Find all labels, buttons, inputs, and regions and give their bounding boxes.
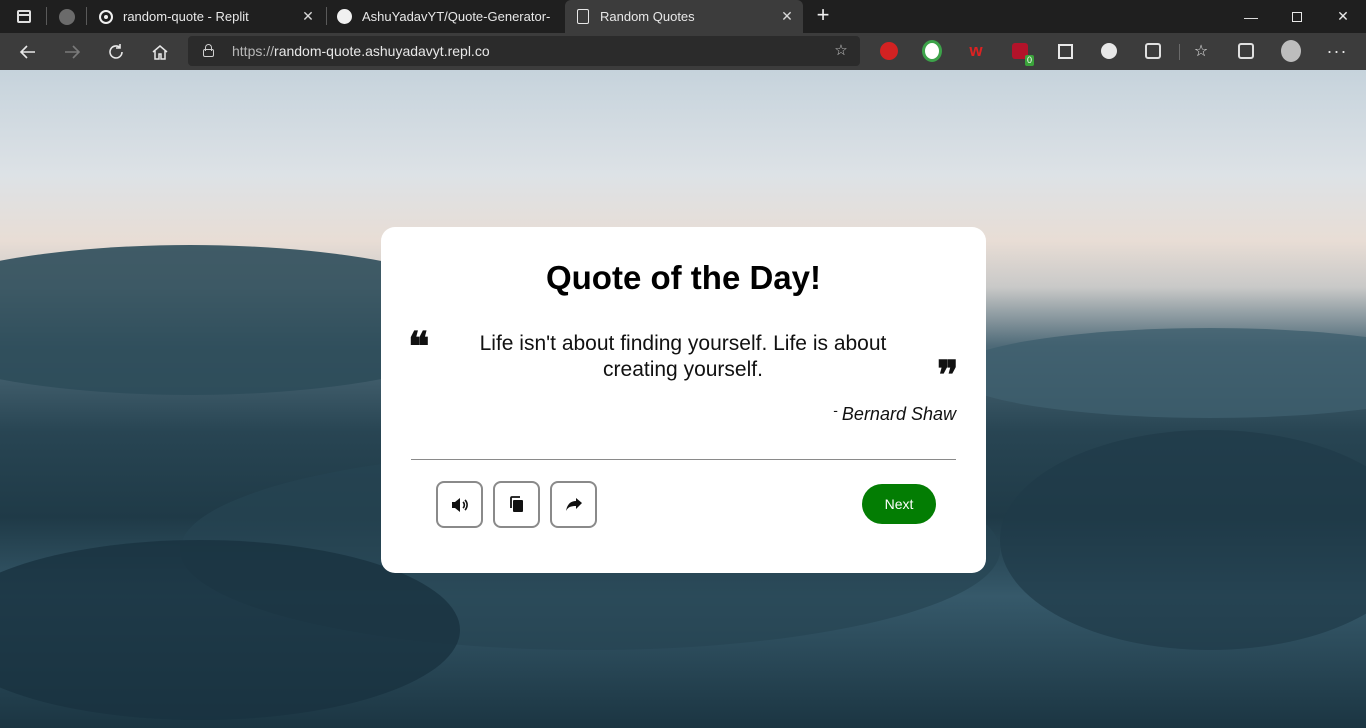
back-button[interactable] [14,38,42,66]
divider [411,459,956,460]
quote-author: - Bernard Shaw [833,402,956,425]
add-favorite-star-icon[interactable]: ☆ [832,42,850,60]
ocean-wave [950,328,1366,418]
document-icon [575,9,590,24]
tab-actions-menu[interactable] [0,0,31,33]
collections-icon[interactable] [1236,41,1256,61]
copy-button[interactable] [493,481,540,528]
quote-card: Quote of the Day! ❝ Life isn't about fin… [381,227,986,573]
favorites-star-icon[interactable]: ☆ [1191,41,1211,61]
restore-icon [1292,11,1302,22]
share-button[interactable] [550,481,597,528]
quote-text: Life isn't about finding yourself. Life … [479,332,887,381]
browser-tab-strip: random-quote - Replit ✕ AshuYadavYT/Quot… [0,0,1366,33]
tab-title: AshuYadavYT/Quote-Generator- [362,9,551,24]
window-controls: — ✕ [1228,0,1366,33]
copy-icon [510,496,523,512]
extension-badge: 0 [1024,55,1034,66]
tab-close-icon[interactable]: ✕ [298,8,318,25]
extension-globe-icon[interactable] [922,40,942,62]
extension-w-icon[interactable]: w [966,41,986,61]
pinned-tab[interactable] [56,6,78,28]
home-icon [152,45,168,60]
speak-button[interactable] [436,481,483,528]
minimize-button[interactable]: — [1228,0,1274,33]
toolbar-separator [1179,44,1180,60]
restore-button[interactable] [1274,0,1320,33]
close-quote-icon: ❞ [937,352,959,399]
open-quote-icon: ❝ [408,323,430,370]
extension-circle-icon[interactable] [1099,41,1119,61]
lock-icon[interactable] [203,44,214,57]
tab-title: random-quote - Replit [123,9,249,24]
refresh-icon [109,44,123,59]
tab-title: Random Quotes [600,9,695,24]
forward-button[interactable] [58,38,86,66]
tab-random-quotes[interactable]: Random Quotes ✕ [565,0,803,33]
tab-actions-icon[interactable] [17,10,31,23]
page-background: Quote of the Day! ❝ Life isn't about fin… [0,70,1366,728]
share-icon [565,498,582,511]
pinned-tab-favicon-icon [59,9,75,25]
forward-arrow-icon [65,45,81,59]
tab-close-icon[interactable]: ✕ [777,8,797,25]
github-icon [337,9,352,24]
back-arrow-icon [19,45,35,59]
extension-red-icon[interactable]: 0 [1010,41,1034,66]
extensions-puzzle-icon[interactable] [1143,41,1163,61]
speaker-icon [451,497,468,512]
profile-avatar-icon[interactable] [1281,40,1301,62]
address-bar[interactable]: https://random-quote.ashuyadavyt.repl.co… [188,36,860,66]
tab-separator [46,7,47,25]
next-button[interactable]: Next [862,484,936,524]
extension-stop-icon[interactable] [879,41,899,61]
ocean-wave [1000,430,1366,650]
author-name: Bernard Shaw [841,404,956,424]
more-menu-icon[interactable]: ··· [1327,41,1347,61]
replit-icon [98,9,113,24]
new-tab-button[interactable]: + [812,4,834,26]
extension-qr-icon[interactable] [1055,41,1075,61]
home-button[interactable] [146,38,174,66]
author-dash: - [833,402,838,418]
page-title: Quote of the Day! [545,259,821,296]
tab-replit[interactable]: random-quote - Replit ✕ [88,0,324,33]
url-text[interactable]: https://random-quote.ashuyadavyt.repl.co [232,43,490,59]
tab-github[interactable]: AshuYadavYT/Quote-Generator- [327,0,563,33]
refresh-button[interactable] [102,38,130,66]
browser-toolbar: https://random-quote.ashuyadavyt.repl.co… [0,33,1366,70]
window-close-button[interactable]: ✕ [1320,0,1366,33]
tab-separator [86,7,87,25]
